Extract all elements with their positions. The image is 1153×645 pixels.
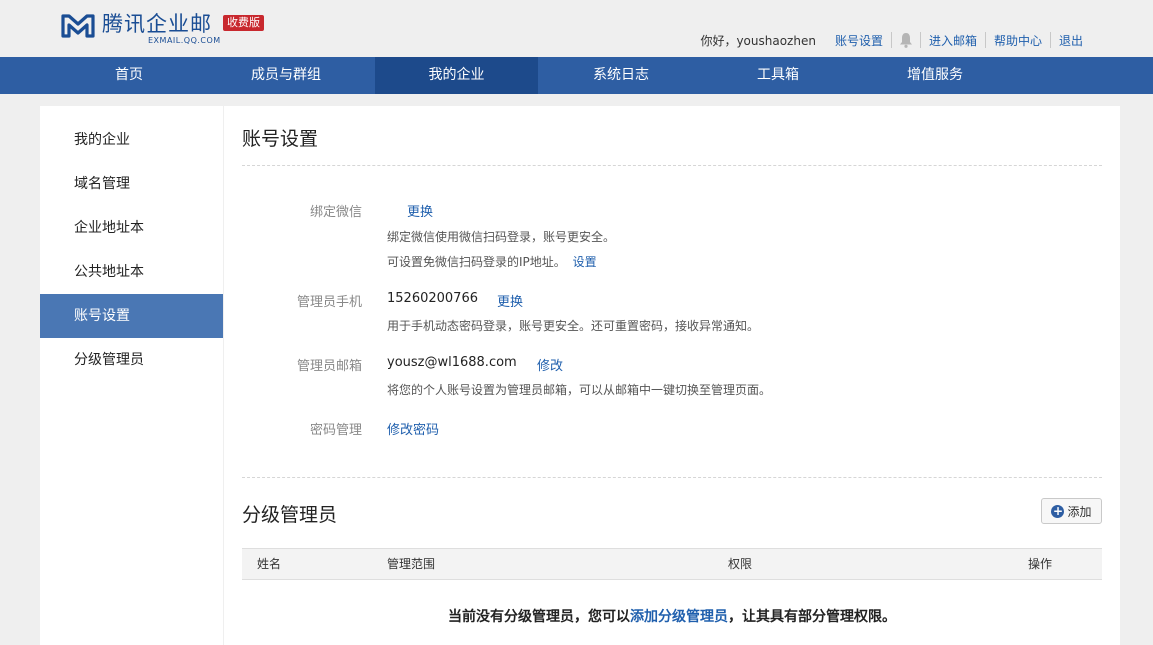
page-title: 账号设置: [242, 128, 319, 150]
email-value: yousz@wl1688.com: [387, 355, 517, 370]
phone-change-link[interactable]: 更换: [497, 291, 523, 310]
nav-members-groups[interactable]: 成员与群组: [218, 57, 354, 94]
enter-mailbox-link[interactable]: 进入邮箱: [921, 32, 985, 49]
add-sub-admin-button[interactable]: + 添加: [1041, 498, 1102, 524]
column-header-actions: 操作: [1028, 557, 1053, 571]
empty-state-message: 当前没有分级管理员，您可以添加分级管理员，让其具有部分管理权限。: [448, 609, 896, 625]
top-header: 腾讯企业邮 EXMAIL.QQ.COM 收费版 你好，youshaozhen 账…: [0, 0, 1153, 57]
email-label: 管理员邮箱: [296, 359, 362, 374]
sidebar-item-public-addressbook[interactable]: 公共地址本: [40, 250, 223, 294]
sidebar-item-domain[interactable]: 域名管理: [40, 162, 223, 206]
sidebar-item-enterprise-addressbook[interactable]: 企业地址本: [40, 206, 223, 250]
user-greeting: 你好，youshaozhen: [700, 33, 816, 48]
main-nav: 首页 成员与群组 我的企业 系统日志 工具箱 增值服务: [0, 57, 1153, 94]
logo-subtitle: EXMAIL.QQ.COM: [148, 36, 221, 45]
help-center-link[interactable]: 帮助中心: [986, 32, 1050, 49]
sidebar: 我的企业 域名管理 企业地址本 公共地址本 账号设置 分级管理员: [40, 106, 223, 645]
add-sub-admin-link[interactable]: 添加分级管理员: [630, 609, 728, 625]
sub-admin-title: 分级管理员: [242, 504, 338, 526]
wechat-ip-desc: 可设置免微信扫码登录的IP地址。 设置: [387, 255, 597, 269]
sidebar-item-account-settings[interactable]: 账号设置: [40, 294, 223, 338]
wechat-ip-settings-link[interactable]: 设置: [573, 255, 597, 269]
divider: [242, 477, 1102, 478]
column-header-permissions: 权限: [728, 557, 753, 571]
divider: [242, 165, 1102, 166]
logout-link[interactable]: 退出: [1051, 32, 1091, 49]
bell-icon[interactable]: [892, 31, 920, 49]
sidebar-item-my-enterprise[interactable]: 我的企业: [40, 118, 223, 162]
phone-desc: 用于手机动态密码登录，账号更安全。还可重置密码，接收异常通知。: [387, 319, 760, 333]
logo[interactable]: 腾讯企业邮 EXMAIL.QQ.COM 收费版: [60, 12, 264, 48]
phone-value: 15260200766: [387, 291, 478, 306]
column-header-scope: 管理范围: [387, 557, 436, 571]
edition-badge: 收费版: [223, 15, 264, 31]
nav-my-enterprise[interactable]: 我的企业: [375, 57, 538, 94]
wechat-change-link[interactable]: 更换: [407, 201, 433, 220]
tencent-exmail-logo-icon: [61, 14, 95, 38]
logo-title: 腾讯企业邮: [102, 12, 212, 36]
sidebar-item-sub-admins[interactable]: 分级管理员: [40, 338, 223, 382]
plus-circle-icon: +: [1051, 503, 1065, 518]
account-settings-link[interactable]: 账号设置: [827, 32, 891, 49]
nav-system-log[interactable]: 系统日志: [552, 57, 690, 94]
sub-admin-table-header: 姓名 管理范围 权限 操作: [242, 548, 1102, 580]
user-bar: 你好，youshaozhen 账号设置 进入邮箱 帮助中心 退出: [700, 31, 1091, 49]
nav-value-added[interactable]: 增值服务: [866, 57, 1004, 94]
email-desc: 将您的个人账号设置为管理员邮箱，可以从邮箱中一键切换至管理页面。: [387, 383, 772, 397]
phone-label: 管理员手机: [296, 295, 362, 310]
nav-home[interactable]: 首页: [60, 57, 198, 94]
password-label: 密码管理: [309, 423, 362, 438]
change-password-link[interactable]: 修改密码: [387, 419, 439, 438]
main-panel: 账号设置 绑定微信 更换 绑定微信使用微信扫码登录，账号更安全。 可设置免微信扫…: [224, 106, 1120, 645]
column-header-name: 姓名: [257, 557, 282, 571]
wechat-desc: 绑定微信使用微信扫码登录，账号更安全。: [387, 230, 616, 244]
email-modify-link[interactable]: 修改: [537, 355, 563, 374]
nav-toolbox[interactable]: 工具箱: [710, 57, 846, 94]
wechat-label: 绑定微信: [309, 205, 362, 220]
add-button-label: 添加: [1067, 504, 1092, 519]
